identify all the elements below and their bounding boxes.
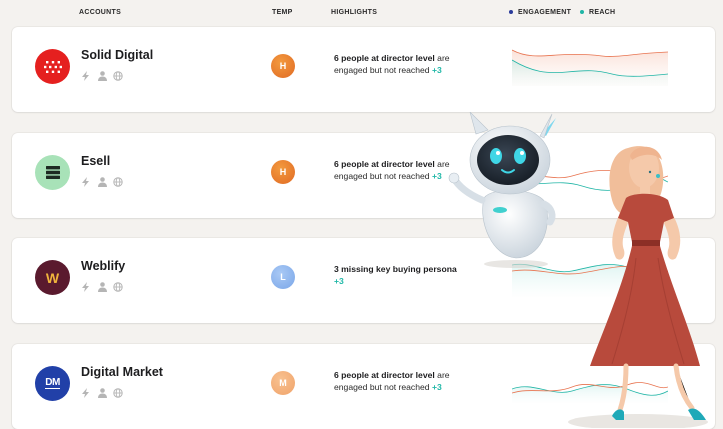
engagement-reach-sparkline [512, 49, 668, 86]
more-highlights-link[interactable]: +3 [334, 276, 344, 286]
engagement-dot-icon [509, 10, 513, 15]
robot-mascot-illustration [448, 112, 556, 268]
account-name[interactable]: Solid Digital [81, 48, 153, 62]
lightning-icon[interactable] [81, 388, 91, 398]
temperature-badge: L [271, 265, 295, 289]
weblify-logo: W [35, 260, 70, 295]
temperature-badge: M [271, 371, 295, 395]
account-name[interactable]: Weblify [81, 259, 125, 273]
column-header-temp: TEMP [272, 9, 293, 16]
account-icons [81, 388, 123, 398]
column-header-accounts: ACCOUNTS [79, 9, 122, 16]
more-highlights-link[interactable]: +3 [432, 65, 442, 75]
account-name[interactable]: Digital Market [81, 365, 163, 379]
temperature-badge: H [271, 160, 295, 184]
account-icons [81, 282, 123, 292]
person-icon[interactable] [97, 388, 107, 398]
globe-icon[interactable] [113, 71, 123, 81]
globe-icon[interactable] [113, 282, 123, 292]
lightning-icon[interactable] [81, 282, 91, 292]
temperature-badge: H [271, 54, 295, 78]
account-card[interactable]: Solid Digital H 6 people at director lev… [12, 27, 715, 112]
legend-reach: REACH [580, 9, 615, 16]
digital-market-logo: DM [35, 366, 70, 401]
account-icons [81, 177, 123, 187]
woman-illustration [568, 146, 708, 428]
person-icon[interactable] [97, 177, 107, 187]
account-icons [81, 71, 123, 81]
lightning-icon[interactable] [81, 177, 91, 187]
highlight-text: 6 people at director level are engaged b… [334, 370, 450, 392]
person-icon[interactable] [97, 282, 107, 292]
highlight-text: 6 people at director level are engaged b… [334, 53, 450, 75]
globe-icon[interactable] [113, 177, 123, 187]
digital-market-logo-text: DM [45, 377, 60, 389]
legend-engagement: ENGAGEMENT [509, 9, 571, 16]
table-header: ACCOUNTS TEMP HIGHLIGHTS ENGAGEMENT REAC… [0, 0, 723, 24]
account-name[interactable]: Esell [81, 154, 110, 168]
solid-digital-logo [35, 49, 70, 84]
weblify-logo-text: W [45, 269, 60, 286]
globe-icon[interactable] [113, 388, 123, 398]
person-icon[interactable] [97, 71, 107, 81]
more-highlights-link[interactable]: +3 [432, 382, 442, 392]
esell-logo [35, 155, 70, 190]
more-highlights-link[interactable]: +3 [432, 171, 442, 181]
reach-dot-icon [580, 10, 584, 15]
column-header-highlights: HIGHLIGHTS [331, 9, 378, 16]
lightning-icon[interactable] [81, 71, 91, 81]
